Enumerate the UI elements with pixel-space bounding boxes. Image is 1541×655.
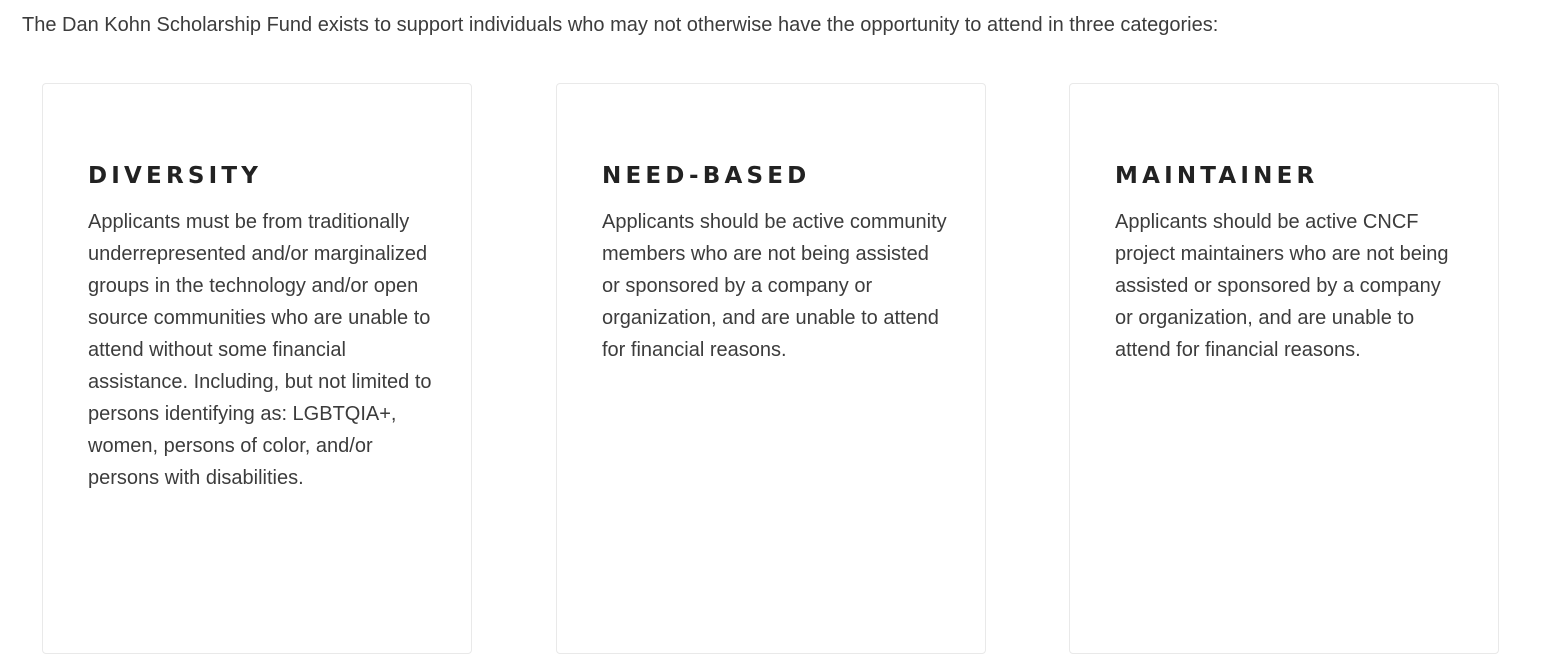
card-title: DIVERSITY <box>88 163 263 189</box>
category-card-need-based: NEED-BASED Applicants should be active c… <box>556 83 986 654</box>
category-card-maintainer: MAINTAINER Applicants should be active C… <box>1069 83 1499 654</box>
category-card-diversity: DIVERSITY Applicants must be from tradit… <box>42 83 472 654</box>
intro-text: The Dan Kohn Scholarship Fund exists to … <box>22 14 1219 36</box>
card-title: MAINTAINER <box>1115 163 1319 189</box>
card-description: Applicants should be active CNCF project… <box>1115 211 1449 361</box>
card-description: Applicants must be from traditionally un… <box>88 211 432 489</box>
card-title: NEED-BASED <box>602 163 811 189</box>
card-description: Applicants should be active community me… <box>602 211 947 361</box>
